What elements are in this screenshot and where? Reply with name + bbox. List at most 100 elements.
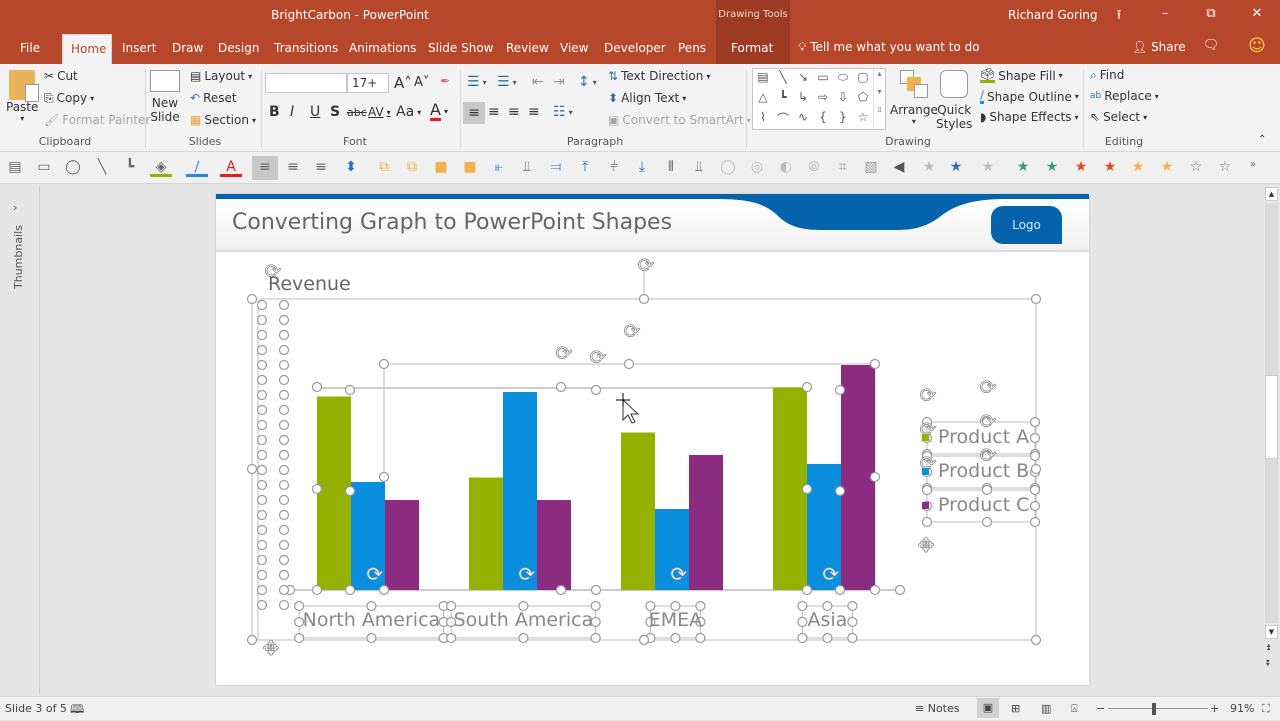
resize-handle xyxy=(256,479,268,491)
resize-handle xyxy=(294,632,305,644)
resize-handle xyxy=(1029,500,1041,512)
resize-handle xyxy=(446,632,457,644)
reading-view-button[interactable]: ▥ xyxy=(1041,702,1051,715)
resize-handle xyxy=(801,381,813,393)
resize-handle xyxy=(869,358,881,370)
fit-to-window-button[interactable]: ⛶ xyxy=(1262,702,1270,716)
rotate-handle-icon[interactable]: ⟳ xyxy=(979,375,997,400)
resize-handle xyxy=(797,600,808,612)
scroll-thumb[interactable] xyxy=(1265,375,1278,459)
legend-entry[interactable]: Product A xyxy=(938,426,1029,448)
slide-sorter-button[interactable]: ⊞ xyxy=(1011,702,1020,715)
bar-product-a-emea xyxy=(621,432,655,590)
resize-handle xyxy=(847,632,858,644)
resize-handle xyxy=(822,632,833,644)
mouse-cursor xyxy=(616,393,640,424)
bar-product-a-asia xyxy=(773,387,807,590)
presentation-icon: ⍓ xyxy=(1071,702,1078,715)
chart-title[interactable]: Revenue xyxy=(268,273,351,295)
previous-slide-button[interactable]: ⏫︎ xyxy=(1266,643,1271,653)
zoom-level[interactable]: 91% xyxy=(1230,702,1254,715)
status-bar: Slide 3 of 5 🕮︎ ≡ Notes ▣ ⊞ ▥ ⍓ − + 91% … xyxy=(0,696,1280,720)
resize-handle xyxy=(869,471,881,483)
bar-product-c-south-america xyxy=(537,500,571,590)
bar-product-c-asia xyxy=(841,365,875,590)
resize-handle xyxy=(256,404,268,416)
scroll-down-button[interactable]: ▼ xyxy=(1265,625,1278,639)
rotate-handle-icon[interactable]: ⟳ xyxy=(589,345,607,370)
notes-icon: ≡ xyxy=(915,702,925,715)
resize-handle xyxy=(256,449,268,461)
rotate-handle-icon[interactable]: ⟳ xyxy=(623,319,641,344)
resize-handle xyxy=(366,632,377,644)
resize-handle xyxy=(1029,484,1041,496)
zoom-slider-thumb[interactable] xyxy=(1151,703,1156,715)
resize-handle xyxy=(555,584,567,596)
fit-window-icon: ⛶ xyxy=(1262,702,1270,715)
resize-handle xyxy=(256,584,268,596)
resize-handle xyxy=(378,584,390,596)
rotate-handle-icon[interactable]: ⟳ xyxy=(822,562,840,587)
notes-button[interactable]: ≡ Notes xyxy=(915,702,960,715)
next-slide-button[interactable]: ⏬︎ xyxy=(1266,659,1271,669)
move-handle-icon[interactable]: ✥ xyxy=(262,636,280,661)
resize-handle xyxy=(834,584,846,596)
spell-check-icon: 🕮︎ xyxy=(70,702,85,716)
resize-handle xyxy=(256,344,268,356)
resize-handle xyxy=(256,494,268,506)
legend-entry[interactable]: Product B xyxy=(938,460,1029,482)
category-label[interactable]: North America xyxy=(303,609,441,631)
resize-handle xyxy=(518,632,529,644)
slideshow-button[interactable]: ⍓ xyxy=(1071,702,1078,716)
arrow-down-icon: ▼ xyxy=(1268,628,1275,636)
resize-handle xyxy=(256,539,268,551)
rotate-handle-icon[interactable]: ⟳ xyxy=(555,341,573,366)
resize-handle xyxy=(256,524,268,536)
resize-handle xyxy=(590,584,602,596)
normal-view-button[interactable]: ▣ xyxy=(977,698,999,718)
chart-bars xyxy=(317,365,875,590)
resize-handle xyxy=(278,359,290,371)
zoom-slider[interactable] xyxy=(1108,708,1208,709)
spell-check-button[interactable]: 🕮︎ xyxy=(70,700,84,721)
resize-handle xyxy=(1029,432,1041,444)
rotate-handle-icon[interactable]: ⟳ xyxy=(670,562,688,587)
legend-entry[interactable]: Product C xyxy=(938,494,1029,516)
resize-handle xyxy=(797,616,808,628)
minus-icon: − xyxy=(1096,702,1106,715)
category-label[interactable]: South America xyxy=(454,609,594,631)
rotate-handle-icon[interactable]: ⟳ xyxy=(919,383,937,408)
resize-handle xyxy=(981,516,993,528)
resize-handle xyxy=(278,449,290,461)
rotate-handle-icon[interactable]: ⟳ xyxy=(366,562,384,587)
rotate-handle-icon[interactable]: ⟳ xyxy=(637,253,655,278)
resize-handle xyxy=(344,384,356,396)
zoom-out-button[interactable]: − xyxy=(1096,702,1105,715)
rotate-handle-icon[interactable]: ⟳ xyxy=(518,562,536,587)
bar-product-c-emea xyxy=(689,455,723,590)
resize-handle xyxy=(847,600,858,612)
zoom-in-button[interactable]: + xyxy=(1210,702,1219,715)
resize-handle xyxy=(278,494,290,506)
resize-handle xyxy=(256,569,268,581)
bar-product-c-north-america xyxy=(385,500,419,590)
resize-handle xyxy=(278,404,290,416)
resize-handle xyxy=(278,599,290,611)
resize-handle xyxy=(278,329,290,341)
category-label[interactable]: EMEA xyxy=(649,609,702,631)
resize-handle xyxy=(278,314,290,326)
vertical-scrollbar[interactable]: ▲ ▼ ⏫︎ ⏬︎ xyxy=(1263,185,1280,695)
legend-swatch xyxy=(922,502,929,509)
double-down-icon: ⏬︎ xyxy=(1266,659,1271,669)
resize-handle xyxy=(670,632,681,644)
resize-handle xyxy=(797,632,808,644)
resize-handle xyxy=(847,616,858,628)
plus-icon: + xyxy=(1210,702,1220,715)
scroll-up-button[interactable]: ▲ xyxy=(1265,187,1278,201)
resize-handle xyxy=(921,484,933,496)
resize-handle xyxy=(256,434,268,446)
revenue-chart[interactable]: ⟳ ⟳ ⟳ ⟳⟳ ⟳⟳⟳ ⟳⟳ ⟳⟳⟳⟳⟳✥✥ Revenue North America S… xyxy=(0,0,1280,720)
move-handle-icon[interactable]: ✥ xyxy=(917,533,935,558)
category-label[interactable]: Asia xyxy=(807,609,847,631)
resize-handle xyxy=(278,389,290,401)
